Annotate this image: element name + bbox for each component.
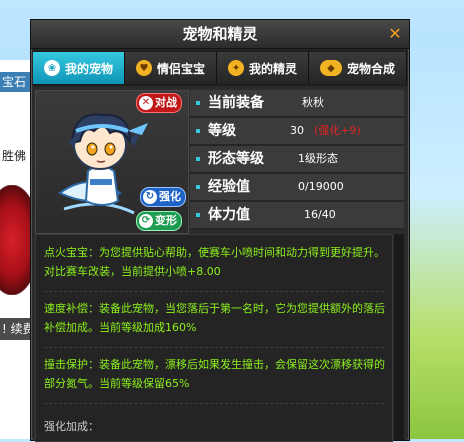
- tab-label: 我的精灵: [249, 61, 298, 76]
- stat-value: 16/40: [304, 208, 336, 221]
- divider: [44, 291, 384, 292]
- stat-value: 30: [290, 124, 304, 137]
- stat-value: 1级形态: [298, 152, 338, 165]
- transform-button[interactable]: ⟳ 变形: [136, 211, 182, 231]
- transform-label: 变形: [155, 214, 177, 227]
- tab-pet-merge[interactable]: ◆ 宠物合成: [309, 52, 407, 84]
- stat-value: 秋秋: [302, 96, 324, 109]
- background-scene-right: [408, 30, 464, 439]
- close-icon[interactable]: ✕: [387, 26, 403, 42]
- spirit-icon: ✦: [228, 60, 245, 76]
- bullet-icon: [196, 101, 200, 105]
- divider: [44, 403, 384, 404]
- titlebar[interactable]: 宠物和精灵 ✕: [31, 20, 409, 49]
- stat-row-stamina: 体力值 16/40: [190, 202, 404, 230]
- tab-lovers-baby[interactable]: ♥ 情侣宝宝: [125, 52, 218, 84]
- description-scrollbar[interactable]: [394, 234, 404, 440]
- bullet-icon: [196, 129, 200, 133]
- bullet-icon: [196, 157, 200, 161]
- stat-label: 经验值: [208, 179, 250, 195]
- battle-label: 对战: [155, 96, 177, 109]
- stat-row-equipped: 当前装备 秋秋: [190, 90, 404, 118]
- bullet-icon: [196, 213, 200, 217]
- battle-button[interactable]: ✕ 对战: [136, 93, 182, 113]
- description-paragraph: 撞击保护：装备此宠物，漂移后如果发生撞击，会保留这次漂移获得的部分氮气。当前等级…: [44, 358, 385, 390]
- tab-label: 我的宠物: [65, 61, 114, 76]
- bullet-icon: [196, 185, 200, 189]
- merge-icon: ◆: [320, 60, 343, 76]
- strengthen-icon: ↻: [143, 190, 157, 204]
- description-paragraph: 点火宝宝：为您提供贴心帮助，使赛车小喷时间和动力得到更好提升。对比赛车改装，当前…: [44, 246, 385, 278]
- stat-row-level: 等级 30 (强化+9): [190, 118, 404, 146]
- stat-row-experience: 经验值 0/19000: [190, 174, 404, 202]
- paw-icon: ❀: [44, 60, 60, 76]
- description-paragraph: 速度补偿：装备此宠物，当您落后于第一名时，它为您提供额外的落后补偿加成。当前等级…: [44, 302, 385, 334]
- pet-portrait-panel: ✕ 对战 ↻ 强化 ⟳ 变形: [35, 90, 189, 234]
- tab-bar: ❀ 我的宠物 ♥ 情侣宝宝 ✦ 我的精灵 ◆ 宠物合成: [33, 50, 407, 86]
- stat-row-form-level: 形态等级 1级形态: [190, 146, 404, 174]
- lovers-icon: ♥: [136, 60, 153, 76]
- tab-label: 宠物合成: [347, 61, 396, 76]
- transform-icon: ⟳: [139, 214, 153, 228]
- strengthen-button[interactable]: ↻ 强化: [140, 187, 186, 207]
- stat-label: 形态等级: [208, 151, 264, 167]
- pet-stats-panel: 当前装备 秋秋 等级 30 (强化+9) 形态等级 1级形态 经验值 0/190…: [190, 90, 404, 232]
- description-paragraph: 强化加成：: [44, 420, 99, 433]
- window-title: 宠物和精灵: [182, 25, 258, 43]
- pet-spirit-window: 宠物和精灵 ✕ ❀ 我的宠物 ♥ 情侣宝宝 ✦ 我的精灵 ◆ 宠物合成 ✕ 对战…: [30, 19, 410, 442]
- strengthen-label: 强化: [159, 190, 181, 203]
- stat-extra: (强化+9): [314, 124, 361, 137]
- divider: [44, 347, 384, 348]
- stat-value: 0/19000: [298, 180, 344, 193]
- stat-label: 等级: [208, 123, 236, 139]
- pet-character-image: [58, 113, 148, 215]
- content-area: ✕ 对战 ↻ 强化 ⟳ 变形 当前装备 秋秋 等级 30 (强化+9) 形态等级…: [33, 88, 407, 442]
- tab-label: 情侣宝宝: [157, 61, 206, 76]
- pet-description-panel[interactable]: 点火宝宝：为您提供贴心帮助，使赛车小喷时间和动力得到更好提升。对比赛车改装，当前…: [35, 234, 393, 442]
- crossed-swords-icon: ✕: [139, 96, 153, 110]
- stat-label: 体力值: [208, 207, 250, 223]
- tab-my-pets[interactable]: ❀ 我的宠物: [33, 52, 126, 84]
- tab-my-spirits[interactable]: ✦ 我的精灵: [217, 52, 310, 84]
- stat-label: 当前装备: [208, 95, 264, 111]
